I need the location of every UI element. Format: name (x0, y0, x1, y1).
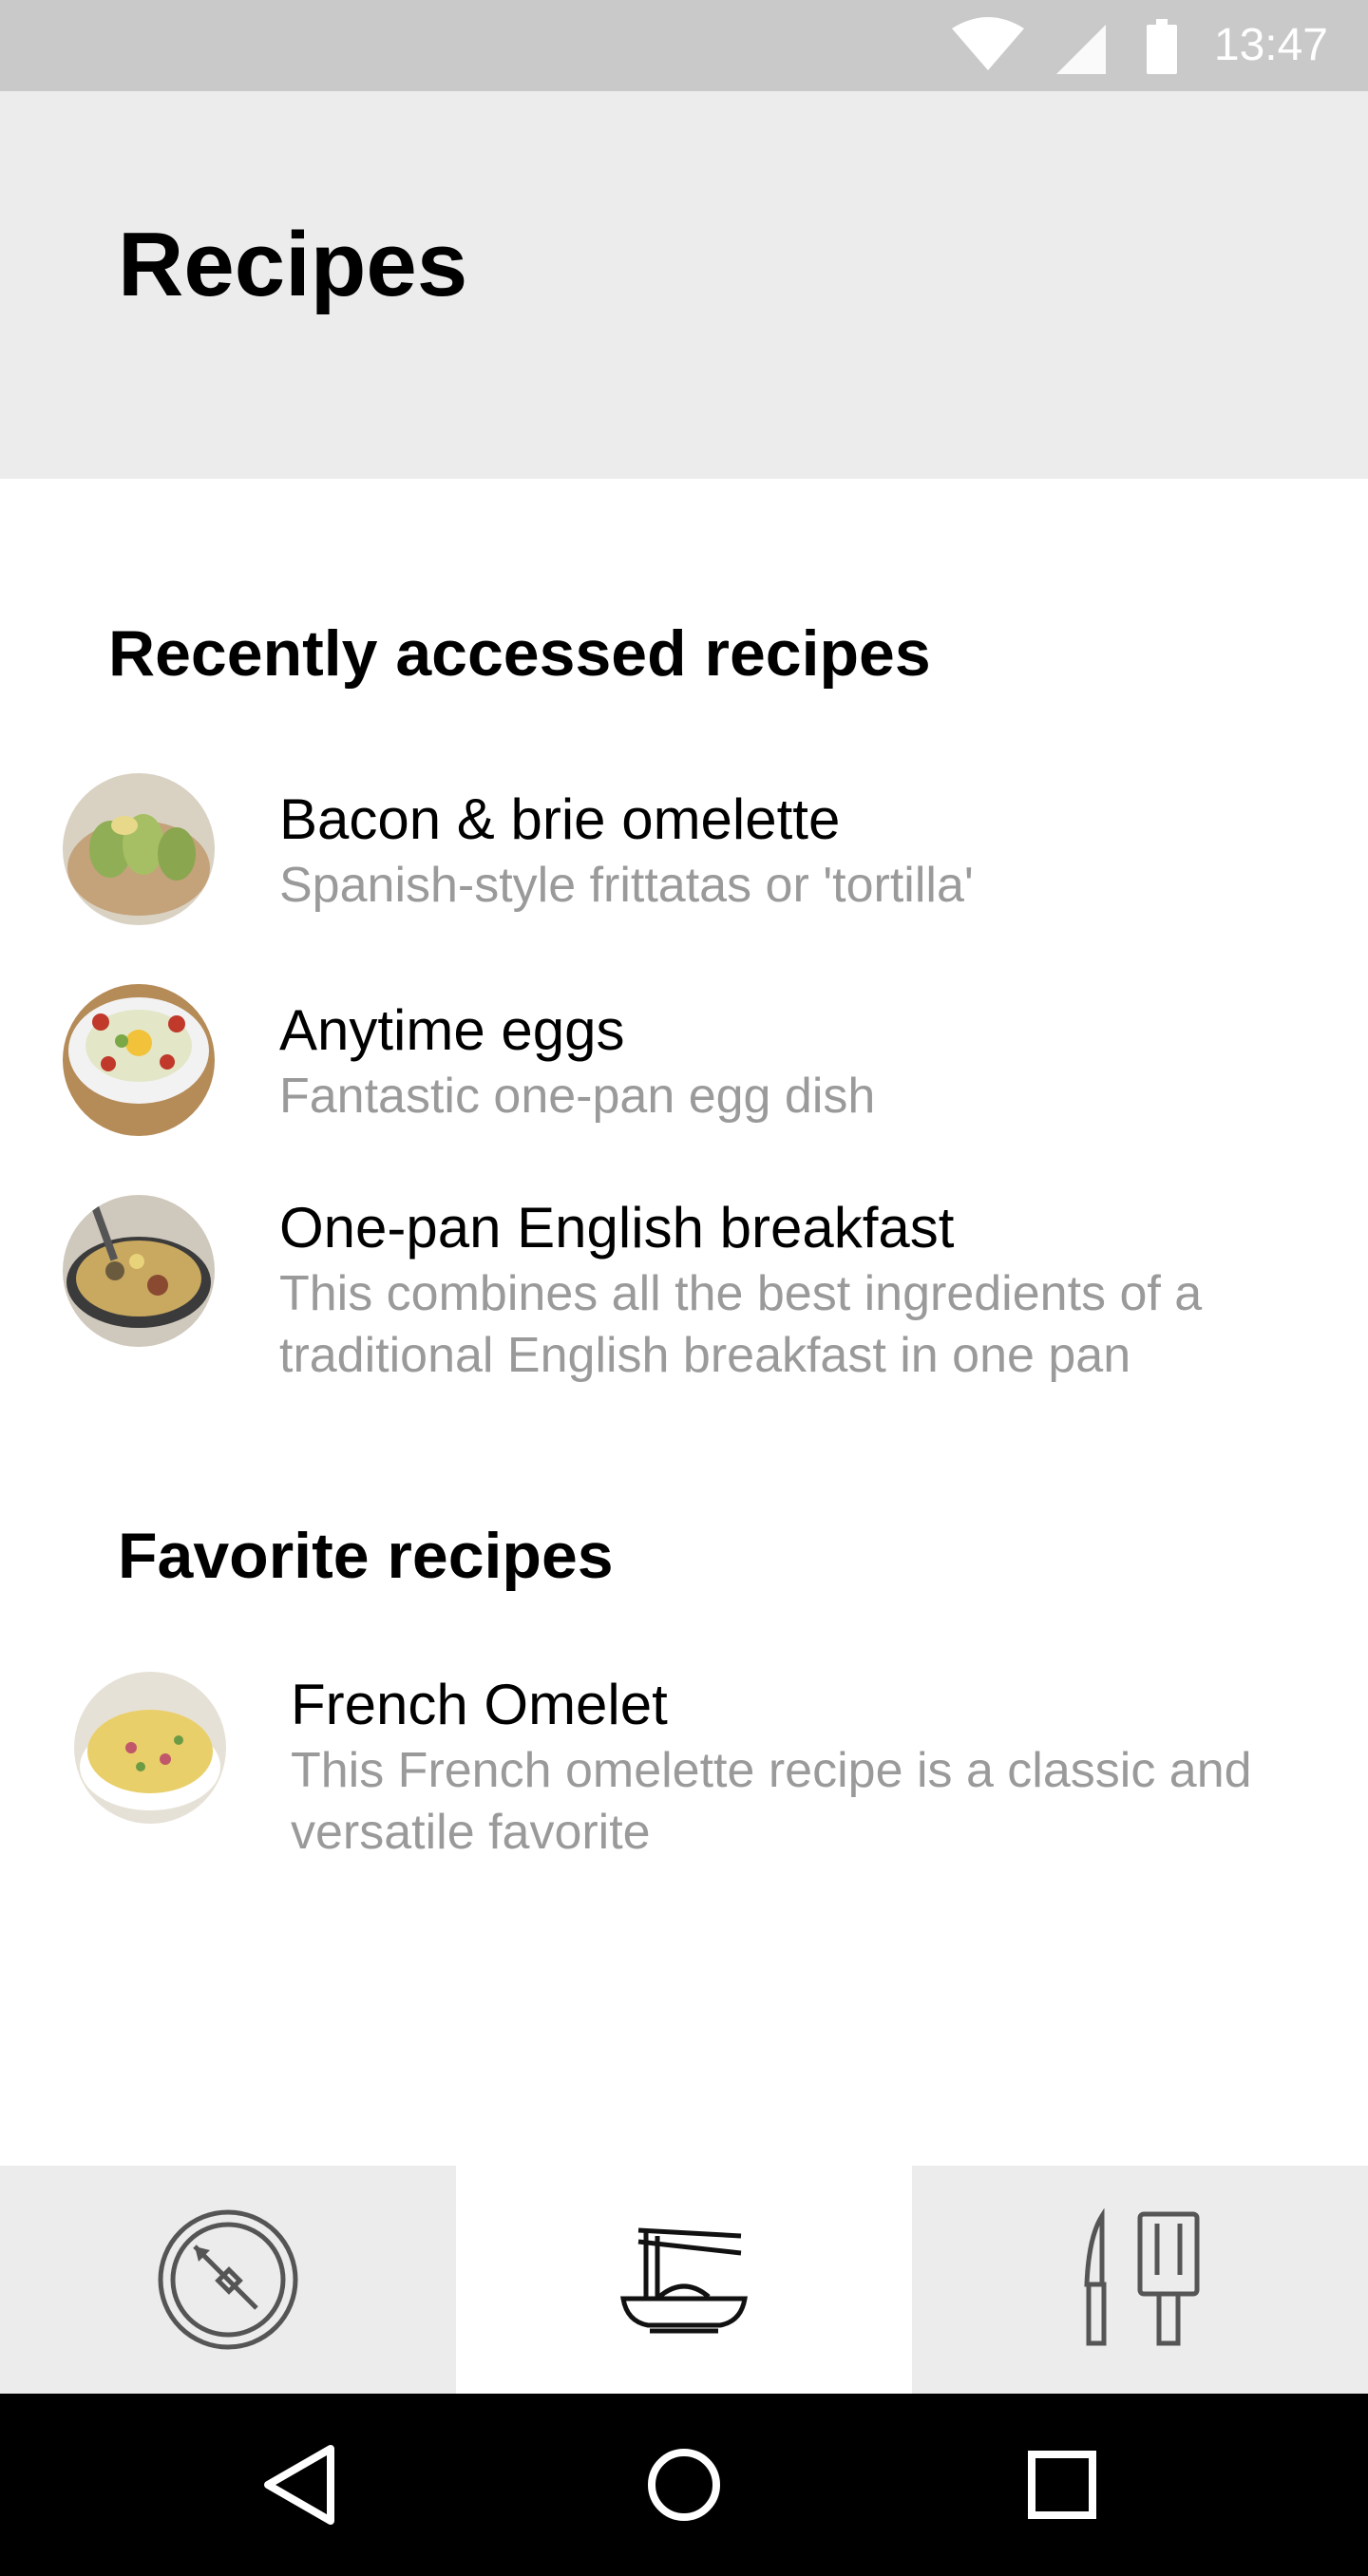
app-header: Recipes (0, 91, 1368, 479)
recipe-item-anytime-eggs[interactable]: Anytime eggs Fantastic one-pan egg dish (0, 984, 1368, 1146)
bottom-tab-bar (0, 2166, 1368, 2394)
system-nav-bar (0, 2394, 1368, 2576)
recipe-title: One-pan English breakfast (279, 1196, 955, 1260)
recipe-thumbnail (63, 984, 215, 1136)
battery-icon (1147, 19, 1177, 74)
recipe-item-english-breakfast[interactable]: One-pan English breakfast This combines … (0, 1195, 1368, 1385)
status-bar: 13:47 (0, 0, 1368, 91)
recipe-title: French Omelet (291, 1673, 668, 1736)
recipe-description: This combines all the best ingredients o… (279, 1266, 1203, 1383)
recent-section-title: Recently accessed recipes (108, 617, 931, 690)
status-time: 13:47 (1213, 20, 1328, 70)
wifi-icon (952, 17, 1024, 70)
recipe-item-french-omelet[interactable]: French Omelet This French omelette recip… (0, 1672, 1368, 1862)
home-button[interactable] (627, 2428, 741, 2542)
recipe-thumbnail (74, 1672, 226, 1824)
tab-timer[interactable] (0, 2166, 456, 2394)
recipe-description: Spanish-style frittatas or 'tortilla' (279, 858, 974, 913)
tab-recipes[interactable] (456, 2166, 912, 2394)
signal-icon (1056, 25, 1106, 74)
recents-button[interactable] (1005, 2428, 1119, 2542)
back-button[interactable] (243, 2428, 357, 2542)
tab-utensils[interactable] (912, 2166, 1368, 2394)
recipe-thumbnail (63, 773, 215, 925)
recipe-title: Anytime eggs (279, 998, 625, 1062)
knife-spatula-icon (1084, 2208, 1200, 2346)
recipe-description: This French omelette recipe is a classic… (291, 1743, 1252, 1860)
timer-dial-icon (158, 2209, 298, 2350)
recipe-thumbnail (63, 1195, 215, 1347)
recipe-item-bacon-brie-omelette[interactable]: Bacon & brie omelette Spanish-style frit… (0, 773, 1368, 935)
noodle-bowl-icon (620, 2227, 748, 2334)
recipe-description: Fantastic one-pan egg dish (279, 1069, 876, 1124)
recents-icon (1028, 2451, 1096, 2519)
home-icon (648, 2449, 720, 2521)
page-title: Recipes (118, 214, 468, 315)
back-icon (264, 2445, 334, 2525)
favorites-section-title: Favorite recipes (118, 1520, 614, 1592)
recipe-title: Bacon & brie omelette (279, 787, 841, 851)
